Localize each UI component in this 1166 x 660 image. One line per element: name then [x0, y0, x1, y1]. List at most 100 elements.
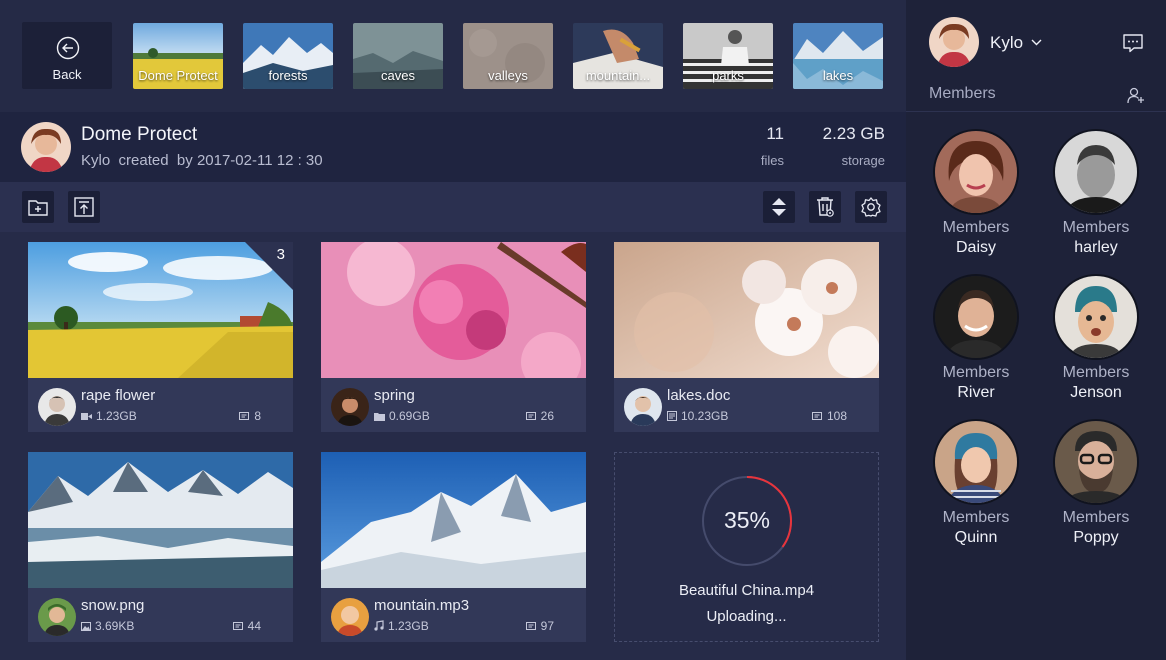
file-card[interactable]: snow.png 3.69KB 44: [28, 452, 293, 642]
members-sidebar: Kylo Members Members Daisy Members harle…: [906, 0, 1166, 660]
album-lakes[interactable]: lakes: [793, 23, 883, 89]
new-folder-button[interactable]: [22, 191, 54, 223]
comment-icon: [525, 412, 536, 420]
file-size-value: 3.69KB: [95, 619, 135, 633]
album-label: valleys: [488, 68, 528, 83]
file-thumbnail: [321, 452, 586, 588]
member-role: Members: [942, 509, 1010, 526]
album-forests[interactable]: forests: [243, 23, 333, 89]
uploader-avatar: [331, 598, 369, 636]
file-name: spring: [374, 387, 415, 404]
file-size-value: 1.23GB: [388, 619, 429, 633]
member-avatar: [933, 129, 1019, 215]
message-icon[interactable]: [1122, 32, 1144, 54]
file-thumbnail: [28, 452, 293, 588]
album-mountain[interactable]: mountain...: [573, 23, 663, 89]
settings-button[interactable]: [855, 191, 887, 223]
folder-info-bar: Dome Protect Kylo created by 2017-02-11 …: [0, 112, 906, 182]
upload-button[interactable]: [68, 191, 100, 223]
storage-label: storage: [841, 153, 885, 168]
back-label: Back: [52, 67, 82, 82]
user-menu[interactable]: Kylo: [990, 33, 1042, 53]
file-size-value: 1.23GB: [96, 409, 137, 423]
members-heading: Members: [929, 85, 996, 102]
member-name: River: [957, 384, 995, 401]
files-count: 11: [766, 124, 784, 143]
file-card[interactable]: lakes.doc 10.23GB 108: [614, 242, 879, 432]
folder-owner: Kylo: [81, 152, 111, 169]
comment-icon: [811, 412, 822, 420]
file-card[interactable]: mountain.mp3 1.23GB 97: [321, 452, 586, 642]
file-count: 44: [232, 619, 261, 633]
member-item[interactable]: Members River: [921, 274, 1031, 404]
album-label: caves: [381, 68, 415, 83]
file-size: 1.23GB: [374, 619, 429, 633]
music-icon: [374, 620, 384, 631]
member-role: Members: [1062, 509, 1130, 526]
back-button[interactable]: Back: [22, 22, 112, 89]
album-label: Dome Protect: [138, 68, 218, 83]
document-icon: [667, 411, 677, 421]
comment-icon: [239, 412, 250, 420]
storage-stat: 2.23 GB storage: [795, 124, 885, 168]
uploader-avatar: [331, 388, 369, 426]
album-strip: Back Dome Protect forests caves valleys …: [0, 0, 906, 112]
image-icon: [81, 622, 91, 631]
upload-progress-card: 35% Beautiful China.mp4 Uploading...: [614, 452, 879, 642]
trash-button[interactable]: [809, 191, 841, 223]
folder-meta: Kylo created by 2017-02-11 12 : 30: [81, 152, 323, 169]
member-avatar: [1053, 274, 1139, 360]
progress-percent: 35%: [723, 507, 771, 533]
album-label: mountain...: [585, 68, 651, 83]
member-name: Daisy: [955, 239, 996, 256]
file-card[interactable]: 3 rape flower 1.23GB 8: [28, 242, 293, 432]
user-name: Kylo: [990, 33, 1024, 52]
file-count-value: 97: [540, 619, 554, 633]
comment-icon: [232, 622, 243, 630]
add-member-icon[interactable]: [1127, 86, 1145, 104]
files-label: files: [760, 153, 784, 168]
member-name: Quinn: [954, 529, 998, 546]
file-count-value: 108: [826, 409, 847, 423]
file-card[interactable]: spring 0.69GB 26: [321, 242, 586, 432]
member-role: Members: [1062, 364, 1130, 381]
member-item[interactable]: Members Quinn: [921, 419, 1031, 549]
member-item[interactable]: Members Jenson: [1041, 274, 1151, 404]
owner-avatar[interactable]: [21, 122, 71, 172]
main-area: Back Dome Protect forests caves valleys …: [0, 0, 906, 660]
upload-icon: [74, 197, 94, 217]
file-count-value: 26: [540, 409, 554, 423]
user-avatar[interactable]: [929, 17, 979, 67]
file-size: 0.69GB: [374, 409, 430, 423]
member-item[interactable]: Members Poppy: [1041, 419, 1151, 549]
file-name: snow.png: [81, 597, 145, 614]
album-dome-protect[interactable]: Dome Protect: [133, 23, 223, 89]
member-avatar: [1053, 419, 1139, 505]
file-size: 10.23GB: [667, 409, 728, 423]
storage-value: 2.23 GB: [822, 124, 885, 143]
album-valleys[interactable]: valleys: [463, 23, 553, 89]
sort-button[interactable]: [763, 191, 795, 223]
member-item[interactable]: Members Daisy: [921, 129, 1031, 259]
member-avatar: [1053, 129, 1139, 215]
new-folder-icon: [28, 200, 48, 216]
back-arrow-icon: [56, 36, 80, 60]
album-label: lakes: [822, 68, 854, 83]
album-label: forests: [268, 68, 308, 83]
badge-count: 3: [276, 246, 285, 263]
member-avatar: [933, 274, 1019, 360]
file-count-value: 44: [247, 619, 261, 633]
file-size: 1.23GB: [81, 409, 137, 423]
file-count: 97: [525, 619, 554, 633]
album-parks[interactable]: parks: [683, 23, 773, 89]
chevron-down-icon: [1031, 39, 1042, 46]
folder-title: Dome Protect: [81, 124, 198, 145]
corner-badge: [245, 242, 293, 290]
member-item[interactable]: Members harley: [1041, 129, 1151, 259]
album-caves[interactable]: caves: [353, 23, 443, 89]
trash-icon: [817, 197, 834, 217]
files-stat: 11 files: [724, 124, 784, 168]
file-name: mountain.mp3: [374, 597, 470, 614]
uploader-avatar: [38, 388, 76, 426]
member-role: Members: [942, 219, 1010, 236]
